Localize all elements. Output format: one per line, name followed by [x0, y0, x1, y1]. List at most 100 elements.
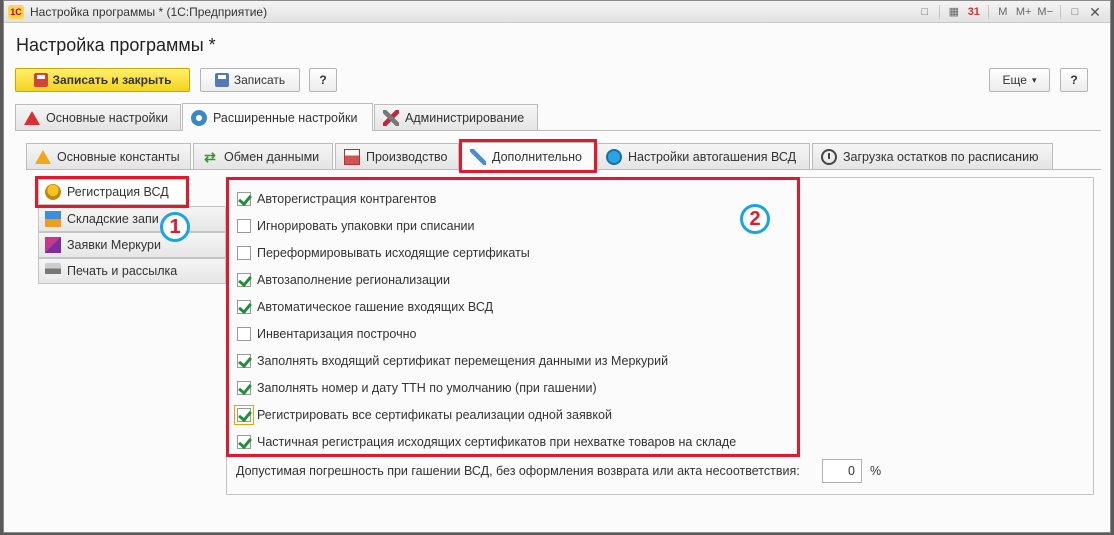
window-title: Настройка программы * (1С:Предприятие)	[30, 5, 268, 19]
option-label: Переформировывать исходящие сертификаты	[257, 246, 530, 260]
option-label: Игнорировать упаковки при списании	[257, 219, 475, 233]
settings-window: 1С Настройка программы * (1С:Предприятие…	[3, 0, 1111, 533]
calendar-icon[interactable]: 31	[965, 4, 983, 20]
nav-item-label: Заявки Меркури	[67, 238, 161, 252]
warning-icon	[24, 110, 40, 125]
syringe-icon	[470, 148, 486, 165]
auto-clock-icon	[606, 148, 622, 165]
help-button-right[interactable]: ?	[1060, 68, 1088, 92]
tab-label: Основные константы	[57, 149, 180, 164]
option-auto-cancel-incoming-vsd[interactable]: Автоматическое гашение входящих ВСД	[237, 298, 493, 316]
nav-item-print-and-mailing[interactable]: Печать и рассылка	[38, 258, 226, 284]
nav-item-vsd-registration[interactable]: Регистрация ВСД	[38, 179, 188, 205]
save-button[interactable]: Записать	[200, 68, 300, 92]
checkbox[interactable]	[234, 405, 254, 425]
nav-item-label: Печать и рассылка	[67, 264, 178, 278]
option-label: Заполнять входящий сертификат перемещени…	[257, 354, 669, 368]
cube-icon	[45, 237, 61, 253]
page-title: Настройка программы *	[16, 35, 216, 55]
option-auto-register-counterparties[interactable]: Авторегистрация контрагентов	[237, 190, 436, 208]
tab-production[interactable]: Производство	[335, 143, 459, 169]
checkbox[interactable]	[237, 246, 251, 260]
title-bar-controls: □ ▦ 31 M M+ M− □ ✕	[916, 3, 1104, 21]
save-and-close-label: Записать и закрыть	[52, 73, 172, 87]
tab-data-exchange[interactable]: ⇄ Обмен данными	[193, 143, 333, 169]
clock-icon	[821, 148, 837, 165]
option-reform-outgoing-certs[interactable]: Переформировывать исходящие сертификаты	[237, 244, 530, 262]
tab-auto-cancel-settings[interactable]: Настройки автогашения ВСД	[597, 143, 810, 169]
tolerance-input[interactable]	[822, 459, 862, 483]
option-label: Заполнять номер и дату ТТН по умолчанию …	[257, 381, 597, 395]
divider	[1060, 5, 1061, 19]
checkbox[interactable]	[237, 354, 251, 368]
option-label: Регистрировать все сертификаты реализаци…	[257, 408, 612, 422]
checkbox[interactable]	[237, 273, 251, 287]
option-partial-registration[interactable]: Частичная регистрация исходящих сертифик…	[237, 433, 736, 451]
nav-item-label: Регистрация ВСД	[67, 185, 169, 199]
tab-advanced-settings[interactable]: Расширенные настройки	[182, 103, 373, 131]
tab-label: Основные настройки	[46, 110, 168, 125]
checkbox[interactable]	[237, 435, 251, 449]
option-line-inventory[interactable]: Инвентаризация построчно	[237, 325, 416, 343]
nav-item-warehouse-records[interactable]: Складские запи	[38, 206, 226, 232]
tab-main-constants[interactable]: Основные константы	[26, 143, 191, 169]
save-and-close-button[interactable]: Записать и закрыть	[15, 68, 190, 92]
option-label: Инвентаризация построчно	[257, 327, 417, 341]
tab-label: Обмен данными	[224, 149, 320, 164]
option-label: Частичная регистрация исходящих сертифик…	[257, 435, 737, 449]
tab-label: Загрузка остатков по расписанию	[843, 149, 1039, 164]
calculator-icon[interactable]: ▦	[945, 4, 963, 20]
more-label: Еще	[1002, 73, 1027, 87]
tolerance-label: Допустимая погрешность при гашении ВСД, …	[236, 464, 800, 478]
divider	[938, 5, 940, 19]
checkbox[interactable]	[237, 381, 251, 395]
floppy-icon	[33, 73, 48, 87]
maximize-icon[interactable]: □	[1066, 4, 1084, 20]
tab-administration[interactable]: Администрирование	[374, 104, 538, 130]
nav-item-mercury-requests[interactable]: Заявки Меркури	[38, 232, 226, 258]
medal-icon	[45, 184, 61, 200]
memory-plus-icon[interactable]: M+	[1014, 4, 1034, 20]
restore-icon[interactable]: □	[916, 4, 934, 20]
memory-icon[interactable]: M	[994, 4, 1012, 20]
tools-icon	[383, 109, 399, 126]
title-bar: 1С Настройка программы * (1С:Предприятие…	[4, 1, 1110, 23]
option-fill-transfer-cert[interactable]: Заполнять входящий сертификат перемещени…	[237, 352, 668, 370]
tab-label: Производство	[366, 149, 448, 164]
tab-label: Администрирование	[405, 110, 525, 125]
option-label: Авторегистрация контрагентов	[257, 192, 437, 206]
memory-minus-icon[interactable]: M−	[1035, 4, 1055, 20]
help-button[interactable]: ?	[309, 68, 337, 92]
callout-badge-1: 1	[160, 212, 190, 242]
save-label: Записать	[233, 73, 286, 87]
close-icon[interactable]: ✕	[1086, 4, 1104, 20]
checkbox[interactable]	[237, 192, 251, 206]
more-button[interactable]: Еще ▾	[989, 68, 1050, 92]
option-autofill-regionalization[interactable]: Автозаполнение регионализации	[237, 271, 450, 289]
option-register-single-request[interactable]: Регистрировать все сертификаты реализаци…	[234, 405, 612, 425]
tolerance-unit: %	[870, 464, 882, 478]
checkbox[interactable]	[237, 300, 251, 314]
sync-arrows-icon: ⇄	[204, 148, 216, 165]
tab-label: Дополнительно	[492, 149, 582, 164]
option-label: Автоматическое гашение входящих ВСД	[257, 300, 494, 314]
option-fill-ttn-defaults[interactable]: Заполнять номер и дату ТТН по умолчанию …	[237, 379, 597, 397]
app-logo-icon: 1С	[8, 5, 24, 19]
callout-badge-2: 2	[740, 204, 770, 234]
checkbox[interactable]	[237, 219, 251, 233]
tab-label: Расширенные настройки	[213, 110, 358, 125]
boxes-icon	[45, 211, 61, 227]
nav-item-label: Складские запи	[67, 212, 159, 226]
tab-additional[interactable]: Дополнительно	[461, 142, 595, 170]
option-label: Автозаполнение регионализации	[257, 273, 451, 287]
divider	[987, 5, 989, 19]
tab-divider	[15, 130, 1101, 131]
tab-scheduled-stock-load[interactable]: Загрузка остатков по расписанию	[812, 143, 1053, 169]
printer-icon	[45, 263, 61, 279]
option-ignore-packaging[interactable]: Игнорировать упаковки при списании	[237, 217, 474, 235]
gear-icon	[191, 109, 207, 126]
tab-basic-settings[interactable]: Основные настройки	[15, 104, 181, 130]
factory-icon	[344, 148, 360, 165]
floppy-icon	[214, 73, 229, 87]
checkbox[interactable]	[237, 327, 251, 341]
